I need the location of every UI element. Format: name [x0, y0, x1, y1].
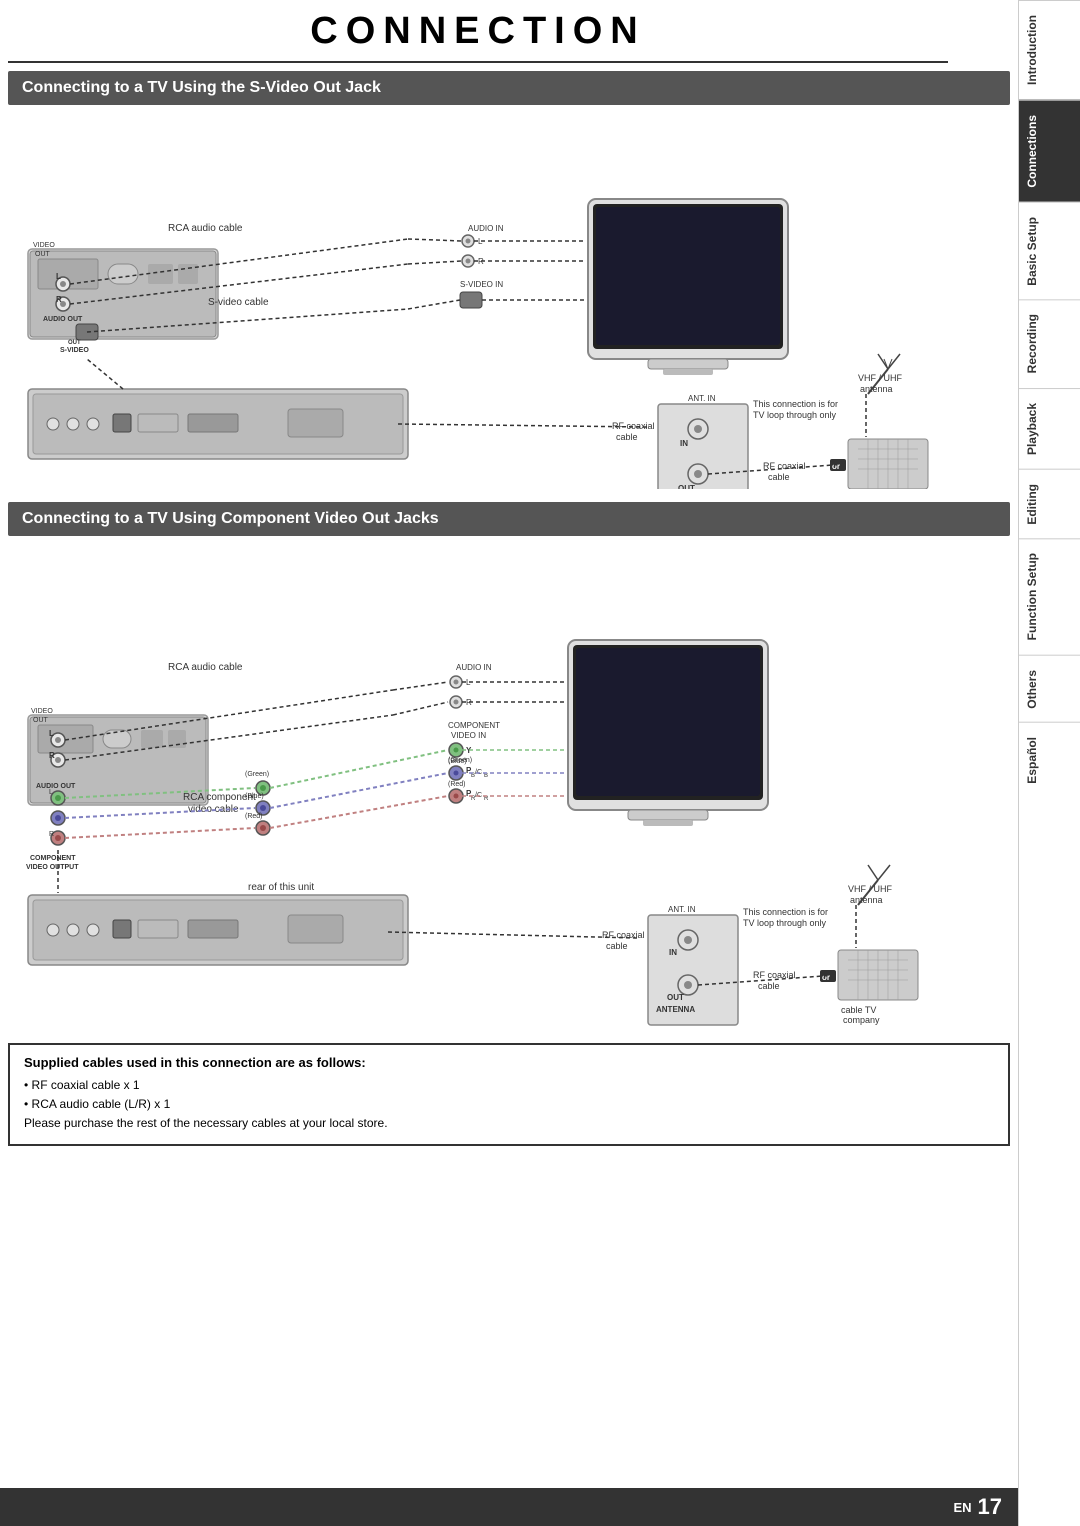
svg-text:(Red): (Red): [448, 781, 466, 788]
sidebar-item-recording[interactable]: Recording: [1019, 299, 1080, 387]
sidebar-item-others[interactable]: Others: [1019, 655, 1080, 723]
svg-text:cable TV: cable TV: [841, 1005, 876, 1015]
svg-text:COMPONENT: COMPONENT: [30, 855, 76, 862]
svg-text:L: L: [49, 789, 53, 796]
svg-text:OUT: OUT: [667, 993, 684, 1002]
svg-text:R: R: [56, 295, 62, 304]
svg-text:OUT: OUT: [68, 340, 81, 346]
svg-text:cable: cable: [606, 941, 628, 951]
svg-text:R: R: [49, 751, 55, 760]
svg-text:TV loop through only: TV loop through only: [743, 918, 827, 928]
svg-text:cable: cable: [616, 432, 638, 442]
svg-text:This connection is for: This connection is for: [753, 399, 838, 409]
info-line-3: Please purchase the rest of the necessar…: [24, 1114, 994, 1133]
info-box: Supplied cables used in this connection …: [8, 1043, 1010, 1146]
info-line-1: • RF coaxial cable x 1: [24, 1076, 994, 1095]
info-line-2: • RCA audio cable (L/R) x 1: [24, 1095, 994, 1114]
sidebar-item-function-setup[interactable]: Function Setup: [1019, 538, 1080, 654]
svg-text:cable: cable: [758, 981, 780, 991]
svg-text:R: R: [484, 796, 489, 802]
svg-text:OUT: OUT: [678, 484, 695, 489]
info-box-content: • RF coaxial cable x 1 • RCA audio cable…: [24, 1076, 994, 1134]
svg-text:ANT. IN: ANT. IN: [688, 394, 716, 403]
info-box-title: Supplied cables used in this connection …: [24, 1055, 994, 1070]
svg-text:RF coaxial: RF coaxial: [602, 930, 645, 940]
svg-text:RCA audio cable: RCA audio cable: [168, 662, 243, 673]
bottom-bar: EN 17: [0, 1488, 1018, 1526]
svg-text:ANT. IN: ANT. IN: [668, 905, 696, 914]
svg-text:OUT: OUT: [33, 717, 49, 724]
svg-text:TV loop through only: TV loop through only: [753, 410, 837, 420]
sidebar-item-connections[interactable]: Connections: [1019, 100, 1080, 202]
page-title: CONNECTION: [8, 0, 948, 63]
svg-text:or: or: [832, 462, 840, 471]
svg-text:ANTENNA: ANTENNA: [656, 1005, 695, 1014]
main-content: CONNECTION Connecting to a TV Using the …: [0, 0, 1018, 1146]
svg-text:(Green): (Green): [245, 771, 269, 778]
svg-text:COMPONENT: COMPONENT: [448, 721, 500, 730]
svg-text:S-VIDEO IN: S-VIDEO IN: [460, 280, 503, 289]
svg-text:R: R: [49, 831, 54, 838]
svg-text:AUDIO OUT: AUDIO OUT: [43, 316, 83, 323]
svg-text:RCA audio cable: RCA audio cable: [168, 223, 243, 234]
section2-diagram: VIDEO OUT AUDIO OUT L R COMPONENT VIDEO …: [8, 540, 1010, 1035]
svg-text:VHF / UHF: VHF / UHF: [848, 884, 893, 894]
svg-text:VIDEO: VIDEO: [33, 242, 55, 249]
svg-text:B: B: [484, 773, 488, 779]
sidebar-item-espanol[interactable]: Español: [1019, 722, 1080, 798]
svg-text:VIDEO OUTPUT: VIDEO OUTPUT: [26, 864, 79, 871]
sidebar-item-editing[interactable]: Editing: [1019, 469, 1080, 539]
svg-text:VIDEO: VIDEO: [31, 708, 53, 715]
section1-header: Connecting to a TV Using the S-Video Out…: [8, 71, 1010, 105]
section2-header: Connecting to a TV Using Component Video…: [8, 502, 1010, 536]
svg-text:rear of this unit: rear of this unit: [248, 882, 314, 893]
svg-text:S-video cable: S-video cable: [208, 297, 269, 308]
svg-text:VHF / UHF: VHF / UHF: [858, 373, 903, 383]
svg-text:S-VIDEO: S-VIDEO: [60, 347, 89, 354]
svg-text:AUDIO IN: AUDIO IN: [468, 224, 504, 233]
svg-text:(Blue): (Blue): [448, 758, 467, 765]
svg-text:RCA component: RCA component: [183, 792, 256, 803]
svg-text:antenna: antenna: [860, 384, 893, 394]
svg-text:antenna: antenna: [850, 895, 883, 905]
svg-text:VIDEO IN: VIDEO IN: [451, 731, 486, 740]
right-sidebar: Introduction Connections Basic Setup Rec…: [1018, 0, 1080, 1526]
svg-text:IN: IN: [669, 948, 677, 957]
sidebar-item-basic-setup[interactable]: Basic Setup: [1019, 202, 1080, 300]
lang-label: EN: [953, 1500, 971, 1515]
svg-text:L: L: [49, 729, 54, 738]
sidebar-item-introduction[interactable]: Introduction: [1019, 0, 1080, 100]
svg-text:cable: cable: [768, 472, 790, 482]
svg-text:IN: IN: [680, 439, 688, 448]
svg-text:AUDIO IN: AUDIO IN: [456, 663, 492, 672]
svg-text:(Red): (Red): [245, 813, 263, 820]
sidebar-item-playback[interactable]: Playback: [1019, 388, 1080, 469]
page-number: 17: [978, 1494, 1002, 1520]
svg-text:This connection is for: This connection is for: [743, 907, 828, 917]
section1-diagram: VIDEO OUT AUDIO OUT S-VIDEO OUT L R: [8, 109, 1010, 494]
svg-text:company: company: [843, 1015, 880, 1025]
svg-text:L: L: [56, 272, 61, 281]
svg-text:or: or: [822, 973, 830, 982]
svg-text:OUT: OUT: [35, 251, 51, 258]
svg-text:AUDIO OUT: AUDIO OUT: [36, 783, 76, 790]
svg-text:RF coaxial: RF coaxial: [763, 461, 806, 471]
